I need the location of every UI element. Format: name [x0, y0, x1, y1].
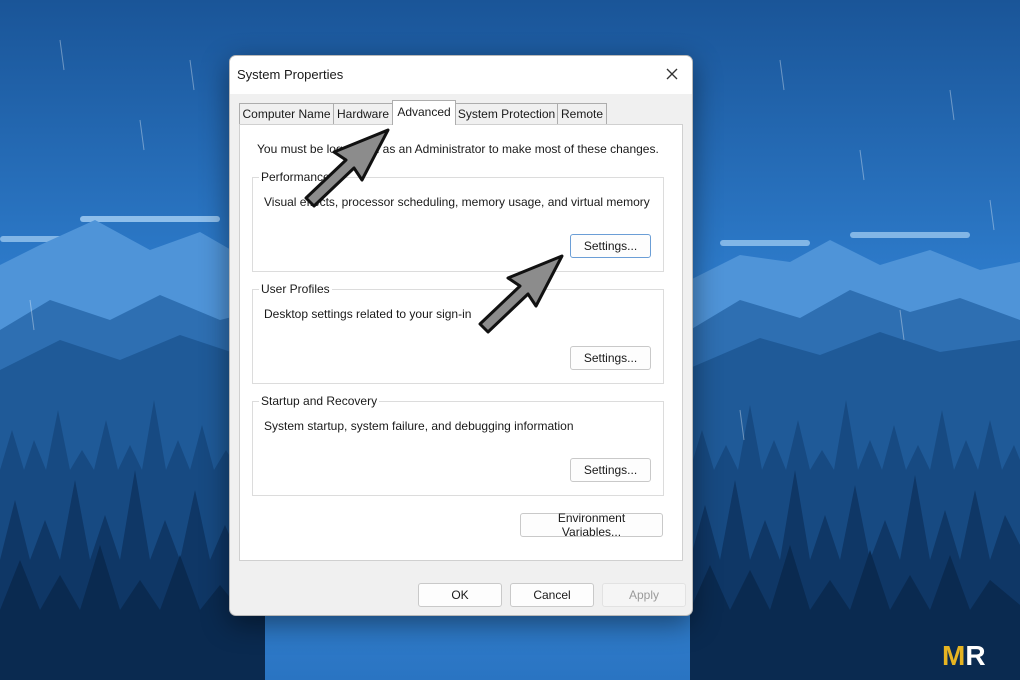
- tab-system-protection[interactable]: System Protection: [455, 103, 558, 124]
- user-profiles-group-title: User Profiles: [259, 282, 332, 296]
- startup-recovery-group: Startup and Recovery System startup, sys…: [252, 394, 664, 496]
- user-profiles-group: User Profiles Desktop settings related t…: [252, 282, 664, 384]
- watermark-letter-m: M: [942, 640, 966, 671]
- environment-variables-button[interactable]: Environment Variables...: [520, 511, 663, 539]
- ok-button[interactable]: OK: [418, 583, 502, 607]
- user-profiles-settings-button[interactable]: Settings...: [570, 346, 651, 370]
- startup-recovery-group-title: Startup and Recovery: [259, 394, 380, 408]
- watermark-letter-r: R: [965, 640, 986, 671]
- annotation-arrow-icon: [304, 128, 390, 208]
- system-properties-dialog: System Properties Computer Name Hardware…: [229, 55, 693, 616]
- startup-recovery-settings-button[interactable]: Settings...: [570, 458, 651, 482]
- close-button[interactable]: [660, 62, 684, 86]
- tab-remote[interactable]: Remote: [557, 103, 607, 124]
- annotation-arrow-icon: [478, 254, 564, 334]
- user-profiles-description: Desktop settings related to your sign-in: [264, 307, 472, 321]
- startup-recovery-description: System startup, system failure, and debu…: [264, 419, 574, 433]
- tab-advanced[interactable]: Advanced: [392, 100, 456, 125]
- close-icon: [666, 68, 678, 80]
- apply-button[interactable]: Apply: [602, 583, 686, 607]
- performance-settings-button[interactable]: Settings...: [570, 234, 651, 258]
- tab-hardware[interactable]: Hardware: [333, 103, 393, 124]
- dialog-title: System Properties: [237, 67, 344, 82]
- tab-computer-name[interactable]: Computer Name: [239, 103, 334, 124]
- title-bar[interactable]: System Properties: [230, 56, 692, 94]
- watermark-logo: MR: [942, 640, 986, 672]
- cancel-button[interactable]: Cancel: [510, 583, 594, 607]
